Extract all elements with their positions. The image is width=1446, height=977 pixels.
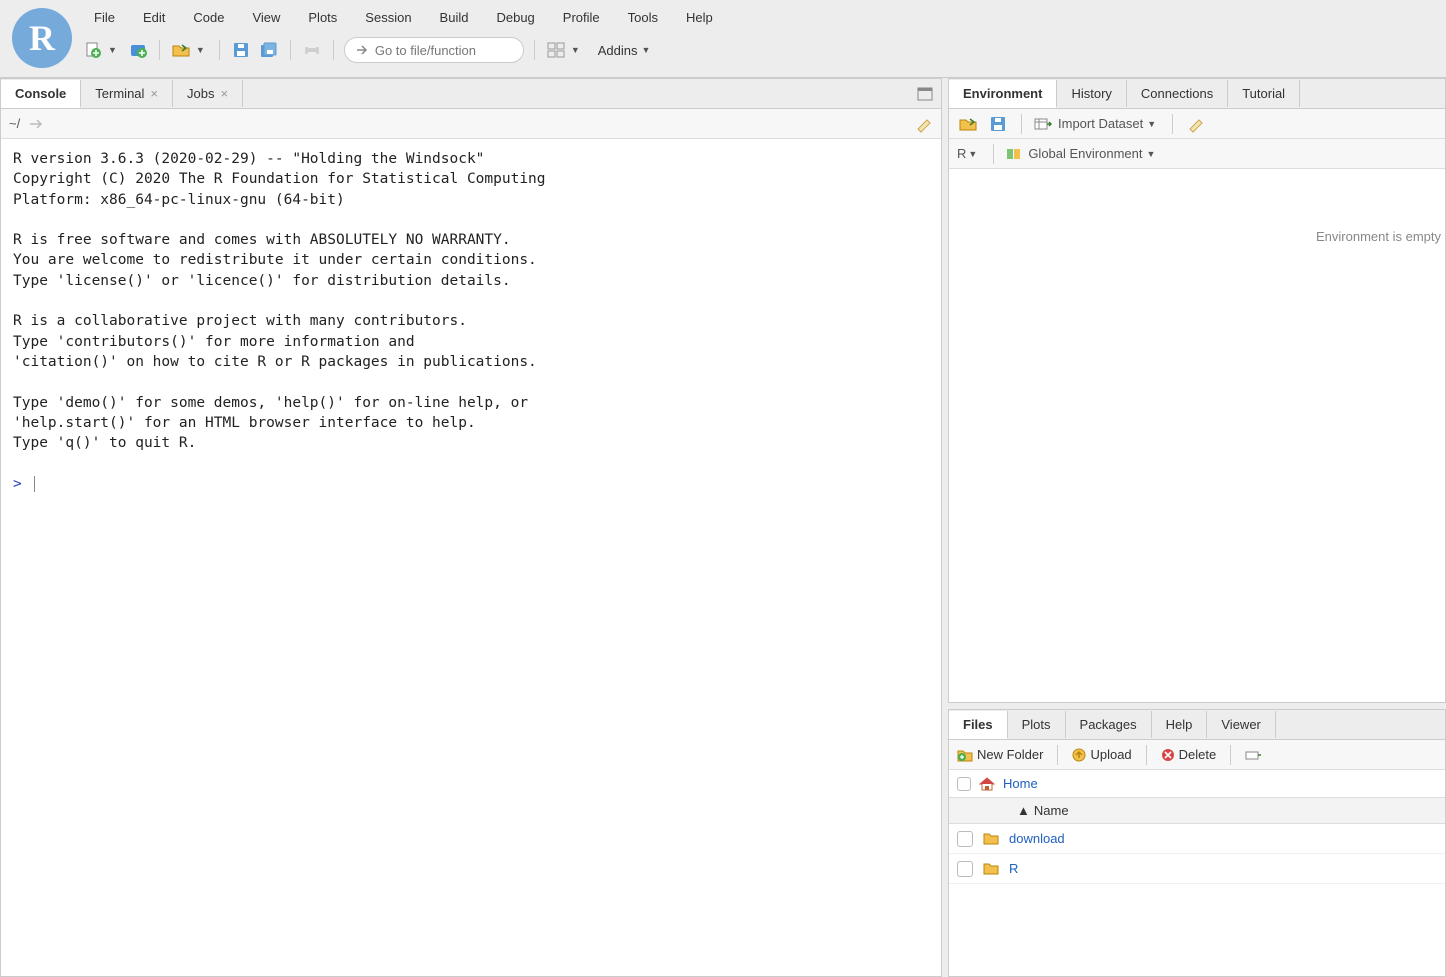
file-row[interactable]: download: [949, 824, 1445, 854]
close-icon[interactable]: ×: [220, 86, 228, 101]
save-workspace-icon[interactable]: [987, 113, 1009, 135]
breadcrumb-home[interactable]: Home: [1003, 776, 1038, 791]
rstudio-logo: R: [12, 8, 72, 68]
grid-button[interactable]: [545, 39, 567, 61]
goto-file-input[interactable]: Go to file/function: [344, 37, 524, 63]
goto-arrow-icon: [355, 43, 369, 57]
chevron-down-icon[interactable]: ▼: [108, 45, 117, 55]
menu-edit[interactable]: Edit: [131, 6, 177, 29]
chevron-down-icon[interactable]: ▼: [571, 45, 580, 55]
menu-view[interactable]: View: [240, 6, 292, 29]
tab-console[interactable]: Console: [1, 80, 81, 108]
clear-workspace-icon[interactable]: [1185, 113, 1207, 135]
menu-debug[interactable]: Debug: [484, 6, 546, 29]
menu-session[interactable]: Session: [353, 6, 423, 29]
tab-history[interactable]: History: [1057, 80, 1126, 107]
upload-button[interactable]: Upload: [1072, 747, 1131, 762]
breadcrumb-checkbox[interactable]: [957, 777, 971, 791]
chevron-down-icon: ▼: [642, 45, 651, 55]
env-toolbar: Import Dataset ▼: [949, 109, 1445, 139]
file-row[interactable]: R: [949, 854, 1445, 884]
tab-viewer[interactable]: Viewer: [1207, 711, 1276, 738]
rename-icon: [1245, 748, 1261, 762]
new-file-button[interactable]: [82, 39, 104, 61]
tab-files[interactable]: Files: [949, 711, 1008, 739]
addins-menu[interactable]: Addins ▼: [590, 41, 663, 60]
tab-environment[interactable]: Environment: [949, 80, 1057, 108]
file-checkbox[interactable]: [957, 861, 973, 877]
console-tabbar: Console Terminal× Jobs×: [1, 79, 941, 109]
tab-connections[interactable]: Connections: [1127, 80, 1228, 107]
goto-file-placeholder: Go to file/function: [375, 43, 476, 58]
file-name[interactable]: download: [1009, 831, 1065, 846]
folder-icon: [983, 832, 999, 845]
delete-icon: [1161, 748, 1175, 762]
scope-icon: [1006, 147, 1022, 161]
new-folder-button[interactable]: New Folder: [957, 747, 1043, 762]
send-to-source-icon[interactable]: [28, 118, 44, 130]
env-language-selector[interactable]: R ▼: [957, 146, 981, 161]
menu-profile[interactable]: Profile: [551, 6, 612, 29]
files-header-name[interactable]: ▲ Name: [989, 803, 1437, 818]
chevron-down-icon: ▼: [968, 149, 977, 159]
tab-plots[interactable]: Plots: [1008, 711, 1066, 738]
pane-window-icon[interactable]: [917, 87, 933, 101]
upload-icon: [1072, 748, 1086, 762]
env-scope-bar: R ▼ Global Environment ▼: [949, 139, 1445, 169]
console-output[interactable]: R version 3.6.3 (2020-02-29) -- "Holding…: [1, 139, 941, 976]
console-cursor: [34, 476, 35, 492]
environment-empty: Environment is empty: [949, 169, 1445, 702]
working-directory[interactable]: ~/: [9, 116, 20, 131]
env-tabbar: Environment History Connections Tutorial: [949, 79, 1445, 109]
folder-plus-icon: [957, 748, 973, 762]
sort-asc-icon: ▲: [1017, 803, 1030, 818]
console-prompt: >: [13, 476, 22, 492]
file-name[interactable]: R: [1009, 861, 1018, 876]
folder-icon: [983, 862, 999, 875]
files-list: download R: [949, 824, 1445, 884]
main-menubar: File Edit Code View Plots Session Build …: [82, 2, 1440, 35]
menu-code[interactable]: Code: [181, 6, 236, 29]
tab-packages[interactable]: Packages: [1066, 711, 1152, 738]
files-header: ▲ Name: [949, 798, 1445, 824]
open-file-button[interactable]: [170, 39, 192, 61]
import-dataset-button[interactable]: Import Dataset ▼: [1034, 116, 1160, 131]
chevron-down-icon: ▼: [1147, 119, 1156, 129]
menu-build[interactable]: Build: [428, 6, 481, 29]
console-subbar: ~/: [1, 109, 941, 139]
rename-button[interactable]: [1245, 748, 1261, 762]
chevron-down-icon[interactable]: ▼: [196, 45, 205, 55]
files-breadcrumb: Home: [949, 770, 1445, 798]
menu-help[interactable]: Help: [674, 6, 725, 29]
delete-button[interactable]: Delete: [1161, 747, 1217, 762]
save-all-button[interactable]: [258, 39, 280, 61]
menu-plots[interactable]: Plots: [296, 6, 349, 29]
clear-console-icon[interactable]: [915, 115, 933, 133]
tab-help[interactable]: Help: [1152, 711, 1208, 738]
tab-jobs[interactable]: Jobs×: [173, 80, 243, 107]
chevron-down-icon: ▼: [1146, 149, 1155, 159]
env-scope-selector[interactable]: Global Environment ▼: [1006, 146, 1159, 161]
tab-tutorial[interactable]: Tutorial: [1228, 80, 1300, 107]
new-project-button[interactable]: [127, 39, 149, 61]
tab-terminal[interactable]: Terminal×: [81, 80, 173, 107]
close-icon[interactable]: ×: [150, 86, 158, 101]
topbar: R File Edit Code View Plots Session Buil…: [0, 0, 1446, 78]
load-workspace-icon[interactable]: [957, 113, 979, 135]
import-icon: [1034, 117, 1052, 131]
files-tabbar: Files Plots Packages Help Viewer: [949, 710, 1445, 740]
main-toolbar: ▼ ▼: [82, 35, 1440, 69]
menu-file[interactable]: File: [82, 6, 127, 29]
menu-tools[interactable]: Tools: [616, 6, 670, 29]
addins-label: Addins: [598, 43, 638, 58]
print-button[interactable]: [301, 39, 323, 61]
file-checkbox[interactable]: [957, 831, 973, 847]
save-button[interactable]: [230, 39, 252, 61]
files-toolbar: New Folder Upload Delete: [949, 740, 1445, 770]
home-icon[interactable]: [979, 777, 995, 791]
